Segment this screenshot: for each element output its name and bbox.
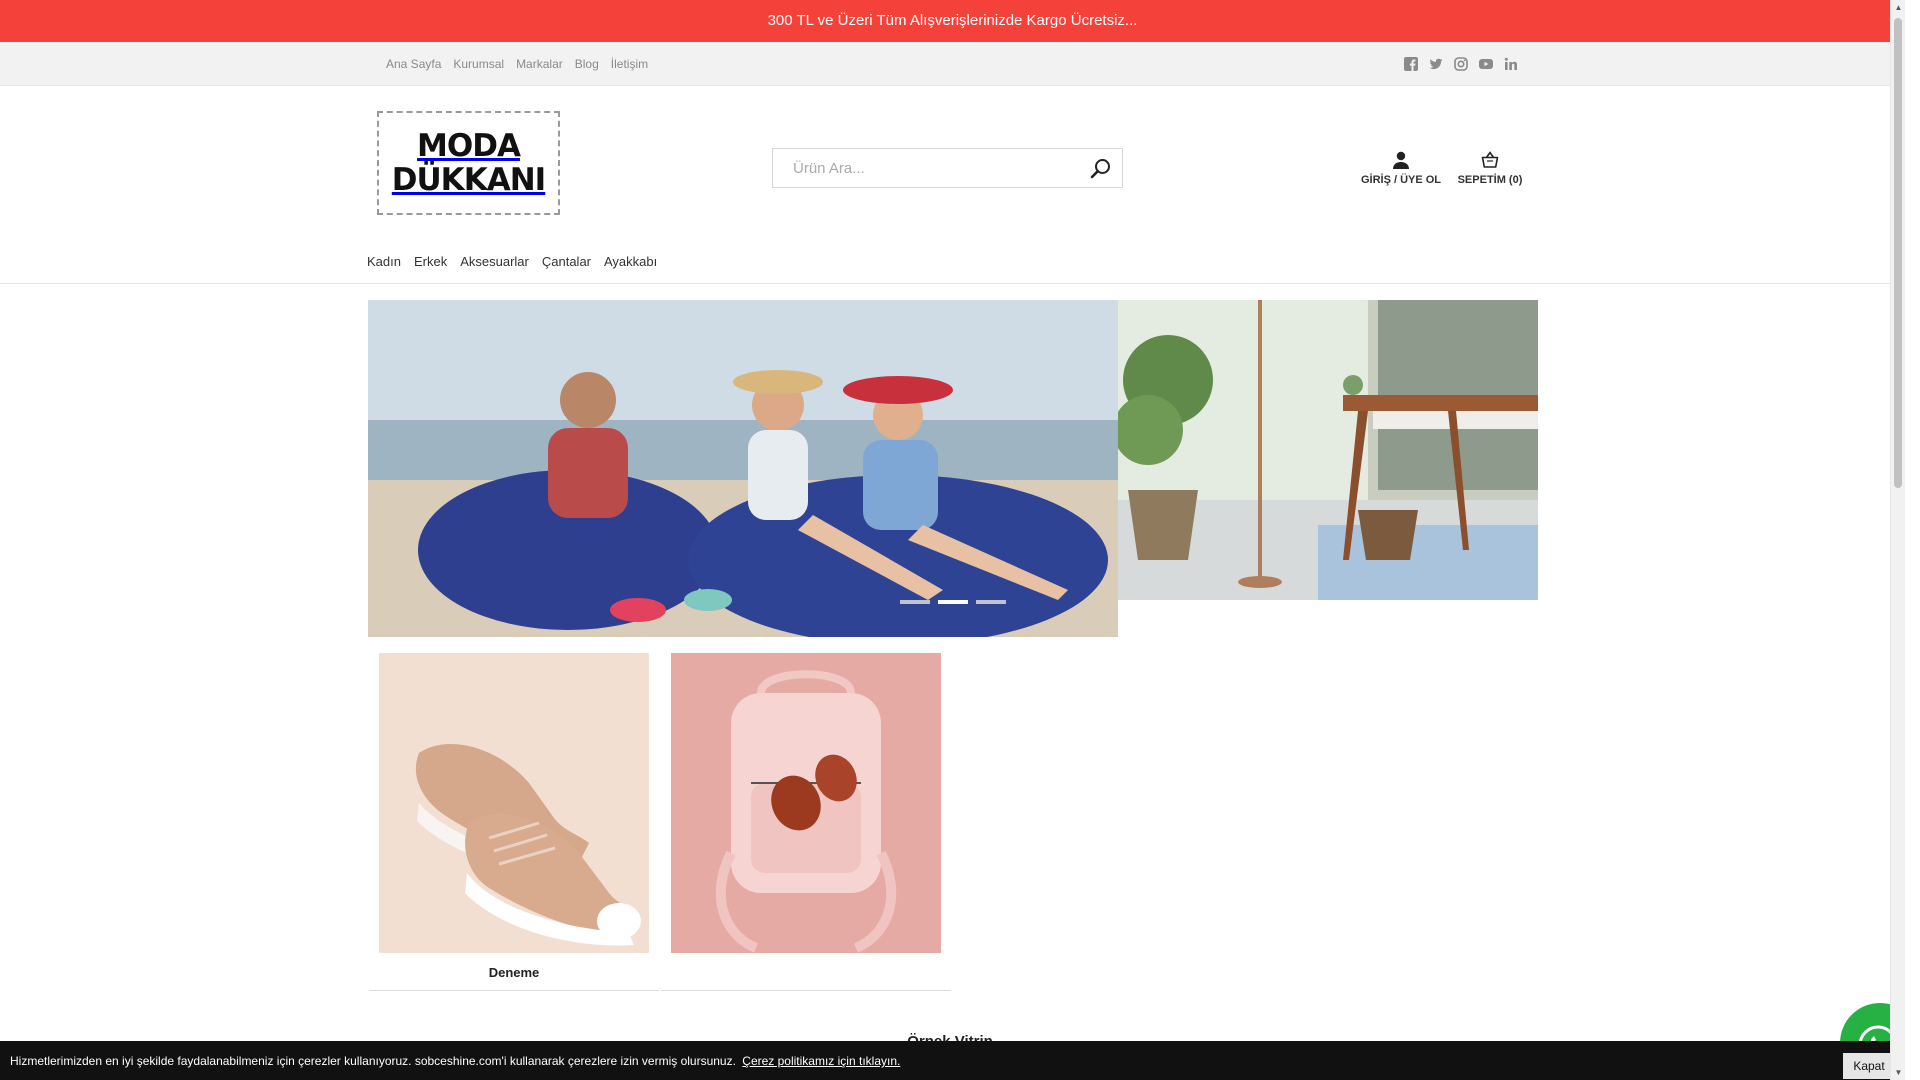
- slider-dot-2[interactable]: [938, 600, 968, 604]
- slider-dot-3[interactable]: [976, 600, 1006, 604]
- main-nav-men[interactable]: Erkek: [414, 254, 447, 269]
- site-header: MODA DÜKKANI GİRİŞ / ÜYE OL SEPETİM (0) …: [0, 86, 1905, 284]
- hero-slider[interactable]: [368, 300, 1118, 637]
- scrollbar-thumb[interactable]: [1894, 18, 1902, 488]
- sneaker-image: [379, 653, 649, 953]
- backpack-image: [671, 653, 941, 953]
- cookie-text-wrap: Hizmetlerimizden en iyi şekilde faydalan…: [10, 1054, 900, 1068]
- top-nav-blog[interactable]: Blog: [575, 57, 599, 71]
- slider-dots: [900, 600, 1014, 604]
- main-nav-shoes[interactable]: Ayakkabı: [604, 254, 657, 269]
- product-card[interactable]: [661, 647, 951, 991]
- search-input[interactable]: [773, 149, 1073, 187]
- twitter-icon[interactable]: [1429, 57, 1443, 71]
- cookie-text: Hizmetlerimizden en iyi şekilde faydalan…: [10, 1054, 736, 1068]
- shipping-banner: 300 TL ve Üzeri Tüm Alışverişlerinizde K…: [0, 0, 1905, 42]
- scroll-up-icon[interactable]: ▲: [1891, 0, 1905, 15]
- cookie-close-button[interactable]: Kapat: [1843, 1053, 1895, 1079]
- product-card[interactable]: Deneme: [369, 647, 659, 991]
- login-register-button[interactable]: GİRİŞ / ÜYE OL: [1356, 150, 1446, 186]
- scroll-down-icon[interactable]: ▼: [1891, 1065, 1905, 1080]
- cookie-policy-link[interactable]: Çerez politikamız için tıklayın.: [742, 1054, 900, 1068]
- cookie-bar: Hizmetlerimizden en iyi şekilde faydalan…: [0, 1041, 1905, 1080]
- side-banner[interactable]: [1118, 300, 1538, 600]
- top-nav-contact[interactable]: İletişim: [611, 57, 648, 71]
- main-nav: Kadın Erkek Aksesuarlar Çantalar Ayakkab…: [367, 254, 670, 269]
- facebook-icon[interactable]: [1404, 57, 1418, 71]
- basket-icon: [1480, 150, 1500, 170]
- main-nav-women[interactable]: Kadın: [367, 254, 401, 269]
- top-nav: Ana Sayfa Kurumsal Markalar Blog İletişi…: [386, 42, 660, 86]
- shipping-banner-text: 300 TL ve Üzeri Tüm Alışverişlerinizde K…: [767, 12, 1138, 29]
- logo-line-2: DÜKKANI: [391, 162, 546, 198]
- scrollbar[interactable]: ▲ ▼: [1890, 0, 1905, 1080]
- product-image[interactable]: [379, 653, 649, 953]
- instagram-icon[interactable]: [1454, 57, 1468, 71]
- main-nav-bags[interactable]: Çantalar: [542, 254, 591, 269]
- top-nav-corporate[interactable]: Kurumsal: [453, 57, 504, 71]
- logo-line-1: MODA: [417, 128, 521, 164]
- site-logo[interactable]: MODA DÜKKANI: [377, 111, 560, 215]
- login-register-label: GİRİŞ / ÜYE OL: [1360, 174, 1442, 186]
- main-nav-accessories[interactable]: Aksesuarlar: [460, 254, 529, 269]
- search-box: [772, 148, 1123, 188]
- top-bar: Ana Sayfa Kurumsal Markalar Blog İletişi…: [0, 42, 1905, 86]
- interior-photo: [1118, 300, 1538, 600]
- cart-button[interactable]: SEPETİM (0): [1453, 150, 1527, 186]
- slider-dot-1[interactable]: [900, 600, 930, 604]
- page: 300 TL ve Üzeri Tüm Alışverişlerinizde K…: [0, 0, 1905, 1080]
- top-nav-home[interactable]: Ana Sayfa: [386, 57, 441, 71]
- cart-label: SEPETİM (0): [1457, 174, 1523, 186]
- product-name[interactable]: Deneme: [369, 965, 659, 980]
- linkedin-icon[interactable]: [1504, 57, 1518, 71]
- product-image[interactable]: [671, 653, 941, 953]
- social-links: [1404, 42, 1529, 86]
- search-icon[interactable]: [1089, 157, 1113, 181]
- user-icon: [1391, 150, 1411, 170]
- youtube-icon[interactable]: [1479, 57, 1493, 71]
- beach-photo: [368, 300, 1118, 637]
- top-nav-brands[interactable]: Markalar: [516, 57, 563, 71]
